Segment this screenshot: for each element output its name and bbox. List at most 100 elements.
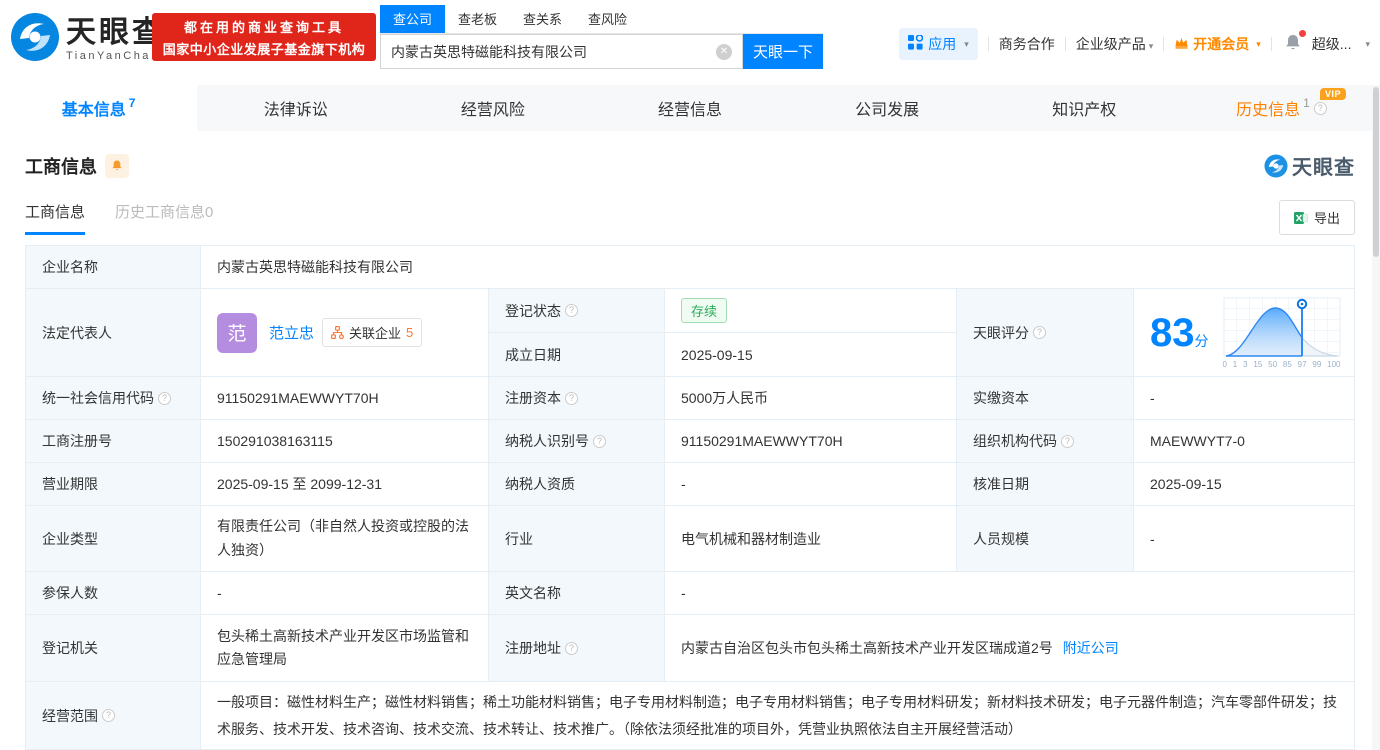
- business-term-label: 营业期限: [26, 463, 201, 505]
- table-row: 登记机关 包头稀土高新技术产业开发区市场监管和应急管理局 注册地址? 内蒙古自治…: [26, 615, 1354, 682]
- subtab-business-info[interactable]: 工商信息: [25, 201, 86, 235]
- help-icon[interactable]: ?: [1313, 101, 1327, 115]
- establish-date-label: 成立日期: [489, 333, 665, 376]
- legal-rep-avatar[interactable]: 范: [217, 312, 257, 353]
- help-icon[interactable]: ?: [158, 391, 171, 405]
- tab-intellectual-property[interactable]: 知识产权: [986, 85, 1183, 131]
- business-coop-link[interactable]: 商务合作: [999, 34, 1055, 54]
- search-tabs: 查公司 查老板 查关系 查风险: [380, 5, 823, 34]
- help-icon[interactable]: ?: [1061, 434, 1074, 448]
- score-distribution-chart: 0 1 3 15 50 85 97 99 100: [1223, 297, 1341, 369]
- tianyancha-company-page: 天眼查 TianYanCha.com 都在用的商业查询工具 国家中小企业发展子基…: [0, 0, 1380, 750]
- scrollbar-thumb[interactable]: [1373, 87, 1379, 257]
- tab-basic-info[interactable]: 基本信息 7: [0, 85, 198, 131]
- org-code-label: 组织机构代码?: [957, 420, 1134, 462]
- establish-date-value: 2025-09-15: [665, 333, 956, 376]
- divider: [1163, 37, 1165, 51]
- related-companies-count: 5: [406, 325, 414, 340]
- business-term-value: 2025-09-15 至 2099-12-31: [201, 463, 489, 505]
- table-row: 法定代表人 范 范立忠 关联企业 5 登记状态 ? 存续 成立日期 2025-0…: [26, 289, 1354, 377]
- table-row: 营业期限 2025-09-15 至 2099-12-31 纳税人资质 - 核准日…: [26, 463, 1354, 506]
- table-row: 工商注册号 150291038163115 纳税人识别号? 91150291MA…: [26, 420, 1354, 463]
- help-icon[interactable]: ?: [565, 391, 578, 405]
- nearby-companies-link[interactable]: 附近公司: [1063, 638, 1119, 658]
- table-row: 统一社会信用代码? 91150291MAEWWYT70H 注册资本? 5000万…: [26, 377, 1354, 420]
- chevron-down-icon: ▾: [1148, 41, 1154, 51]
- tab-operation-info[interactable]: 经营信息: [591, 85, 788, 131]
- english-name-value: -: [665, 572, 1354, 614]
- reg-capital-label: 注册资本?: [489, 377, 665, 419]
- reg-number-label: 工商注册号: [26, 420, 201, 462]
- search-tab-boss[interactable]: 查老板: [445, 5, 510, 33]
- address-label: 注册地址?: [489, 615, 665, 681]
- table-row: 参保人数 - 英文名称 -: [26, 572, 1354, 615]
- help-icon[interactable]: ?: [593, 434, 606, 448]
- org-network-icon: [331, 326, 344, 339]
- open-vip-menu[interactable]: 开通会员 ▾: [1174, 34, 1261, 54]
- divider: [987, 37, 989, 51]
- help-icon[interactable]: ?: [1033, 326, 1046, 339]
- approval-date-value: 2025-09-15: [1134, 463, 1354, 505]
- score-value: 83: [1150, 310, 1195, 355]
- tab-legal-litigation[interactable]: 法律诉讼: [197, 85, 394, 131]
- score-cell: 83分 0 1 3 15 50 85 97 99 100: [1134, 289, 1354, 376]
- subtab-row: 工商信息 历史工商信息0 导出: [0, 180, 1380, 235]
- vip-badge: VIP: [1319, 88, 1346, 100]
- search-area: 查公司 查老板 查关系 查风险 ✕ 天眼一下: [380, 5, 823, 69]
- search-tab-risk[interactable]: 查风险: [575, 5, 640, 33]
- search-tab-relation[interactable]: 查关系: [510, 5, 575, 33]
- staff-size-value: -: [1134, 506, 1354, 571]
- search-box: ✕: [380, 34, 743, 69]
- business-scope-value: 一般项目：磁性材料生产；磁性材料销售；稀土功能材料销售；电子专用材料制造；电子专…: [201, 682, 1354, 749]
- taxpayer-quality-value: -: [665, 463, 957, 505]
- export-button[interactable]: 导出: [1278, 200, 1355, 235]
- clear-search-icon[interactable]: ✕: [716, 43, 732, 60]
- help-icon[interactable]: ?: [565, 304, 578, 317]
- tab-history-info[interactable]: VIP 历史信息 1 ?: [1183, 85, 1380, 131]
- org-code-value: MAEWWYT7-0: [1134, 420, 1354, 462]
- monitor-bell-icon[interactable]: [105, 153, 129, 178]
- help-icon[interactable]: ?: [565, 641, 578, 655]
- page-scrollbar[interactable]: [1372, 85, 1380, 750]
- status-badge: 存续: [681, 298, 728, 323]
- reg-number-value: 150291038163115: [201, 420, 489, 462]
- company-name-label: 企业名称: [26, 246, 201, 288]
- slogan-line2: 国家中小企业发展子基金旗下机构: [162, 41, 366, 57]
- score-axis-labels: 0 1 3 15 50 85 97 99 100: [1222, 359, 1341, 369]
- enterprise-product-menu[interactable]: 企业级产品 ▾: [1076, 34, 1154, 54]
- reg-authority-value: 包头稀土高新技术产业开发区市场监管和应急管理局: [201, 615, 489, 681]
- search-button[interactable]: 天眼一下: [743, 34, 823, 69]
- help-icon[interactable]: ?: [102, 709, 115, 722]
- company-type-value: 有限责任公司（非自然人投资或控股的法人独资）: [201, 506, 489, 571]
- slogan-line1: 都在用的商业查询工具: [183, 19, 344, 35]
- divider: [1270, 37, 1272, 51]
- header-right-nav: 应用 ▾ 商务合作 企业级产品 ▾ 开通会员 ▾ 超级... ▾: [899, 28, 1370, 60]
- notification-dot: [1298, 30, 1306, 37]
- divider: [1064, 37, 1066, 51]
- insured-label: 参保人数: [26, 572, 201, 614]
- search-input[interactable]: [381, 43, 716, 60]
- paid-capital-value: -: [1134, 377, 1354, 419]
- table-row: 企业名称 内蒙古英思特磁能科技有限公司: [26, 246, 1354, 289]
- industry-label: 行业: [489, 506, 665, 571]
- taxpayer-id-value: 91150291MAEWWYT70H: [665, 420, 957, 462]
- approval-date-label: 核准日期: [957, 463, 1134, 505]
- business-info-table: 企业名称 内蒙古英思特磁能科技有限公司 法定代表人 范 范立忠 关联企业 5 登…: [25, 245, 1355, 750]
- company-nav-tabs: 基本信息 7 法律诉讼 经营风险 经营信息 公司发展 知识产权 VIP 历史信息 1…: [0, 85, 1380, 131]
- super-user-menu[interactable]: 超级...: [1312, 34, 1352, 54]
- english-name-label: 英文名称: [489, 572, 665, 614]
- legal-rep-name-link[interactable]: 范立忠: [269, 322, 314, 343]
- apps-menu[interactable]: 应用 ▾: [899, 28, 978, 60]
- tab-operation-risk[interactable]: 经营风险: [394, 85, 591, 131]
- score-label: 天眼评分?: [957, 289, 1134, 376]
- subtab-history-business-info[interactable]: 历史工商信息0: [115, 201, 213, 235]
- related-companies-badge[interactable]: 关联企业 5: [322, 318, 423, 347]
- legal-rep-label: 法定代表人: [26, 289, 201, 376]
- search-tab-company[interactable]: 查公司: [380, 5, 446, 33]
- notification-bell-icon[interactable]: [1284, 30, 1306, 55]
- paid-capital-label: 实缴资本: [957, 377, 1134, 419]
- credit-code-label: 统一社会信用代码?: [26, 377, 201, 419]
- company-name-value: 内蒙古英思特磁能科技有限公司: [201, 246, 1354, 288]
- tab-company-development[interactable]: 公司发展: [789, 85, 986, 131]
- reg-status-cell: 存续: [665, 289, 956, 332]
